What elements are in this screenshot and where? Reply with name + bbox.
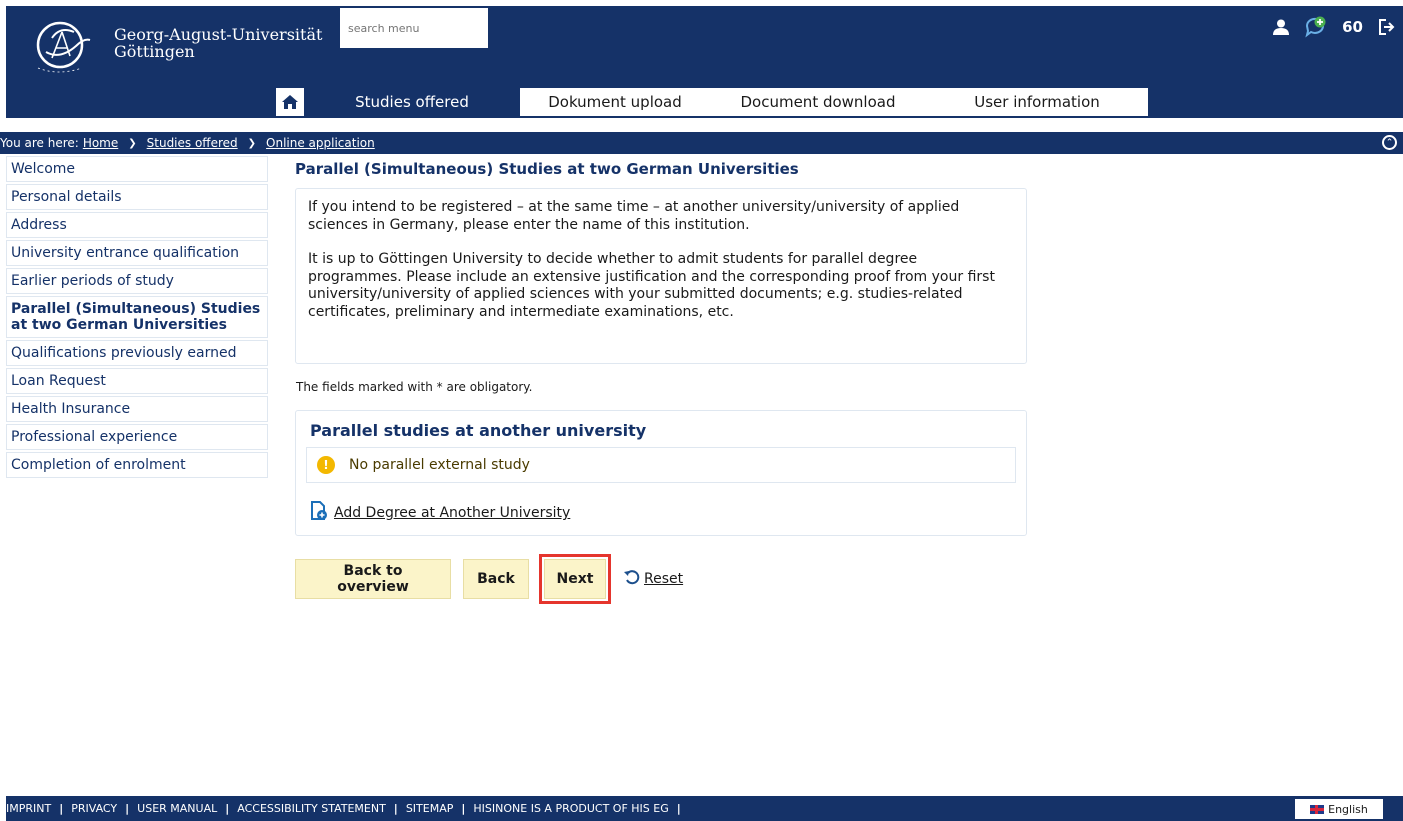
footer-link-accessibility[interactable]: ACCESSIBILITY STATEMENT [237,802,386,815]
panel-title: Parallel studies at another university [310,421,647,440]
tab-document-download[interactable]: Document download [710,88,926,116]
tab-studies-offered[interactable]: Studies offered [304,88,520,116]
footer-separator: | [676,802,681,815]
sidebar-item-welcome[interactable]: Welcome [6,156,268,182]
nav-tabs: Studies offered Dokument upload Document… [304,88,1148,116]
sidebar-item-loan-request[interactable]: Loan Request [6,368,268,394]
footer-link-user-manual[interactable]: USER MANUAL [137,802,217,815]
home-icon[interactable] [276,88,304,116]
header-actions: 60 [1272,16,1395,38]
breadcrumb-studies-offered[interactable]: Studies offered [147,136,238,150]
reset-label[interactable]: Reset [644,571,683,587]
tab-user-information[interactable]: User information [926,88,1148,116]
sidebar-item-address[interactable]: Address [6,212,268,238]
info-icon: ! [317,456,335,474]
footer-separator: | [461,802,466,815]
sidebar: Welcome Personal details Address Univers… [6,156,268,480]
search-input[interactable] [340,8,488,48]
footer-separator: | [225,802,230,815]
footer-separator: | [393,802,398,815]
chat-add-icon[interactable] [1304,16,1328,38]
info-paragraph-1: If you intend to be registered – at the … [308,199,960,233]
session-timer: 60 [1342,18,1363,36]
breadcrumb-online-application[interactable]: Online application [266,136,375,150]
language-label: English [1328,802,1368,816]
footer-link-imprint[interactable]: IMPRINT [6,802,51,815]
sidebar-item-completion-enrolment[interactable]: Completion of enrolment [6,452,268,478]
footer: IMPRINT | PRIVACY | USER MANUAL | ACCESSIBI… [6,796,1403,821]
collapse-up-icon[interactable]: ⌃ [1382,135,1397,150]
back-to-overview-button[interactable]: Back to overview [295,559,451,599]
breadcrumb-home[interactable]: Home [83,136,118,150]
university-logo[interactable] [32,18,94,76]
brand-line2: Göttingen [114,42,195,61]
sidebar-item-qualifications[interactable]: Qualifications previously earned [6,340,268,366]
logout-icon[interactable] [1377,18,1395,36]
footer-separator: | [59,802,64,815]
user-icon[interactable] [1272,19,1290,35]
add-degree-link[interactable]: Add Degree at Another University [310,501,570,525]
main-nav: Studies offered Dokument upload Document… [6,86,1403,118]
page-title: Parallel (Simultaneous) Studies at two G… [295,160,799,178]
info-box: If you intend to be registered – at the … [295,188,1027,364]
reset-icon [623,569,641,589]
form-actions: Back to overview Back Next Reset [295,554,683,604]
breadcrumb-prefix: You are here: [0,136,79,150]
footer-link-privacy[interactable]: PRIVACY [71,802,117,815]
obligatory-note: The fields marked with * are obligatory. [296,380,533,394]
uk-flag-icon [1310,804,1325,814]
reset-link[interactable]: Reset [623,569,683,589]
footer-separator: | [125,802,130,815]
add-document-icon [310,501,328,525]
header-bar: Georg-August-Universität Göttingen 60 [6,6,1403,86]
notice-text: No parallel external study [349,457,530,473]
sidebar-item-professional-experience[interactable]: Professional experience [6,424,268,450]
chevron-right-icon: ❯ [128,137,137,149]
next-button[interactable]: Next [544,559,606,599]
main-content: Parallel (Simultaneous) Studies at two G… [295,156,1028,604]
notice-message: ! No parallel external study [306,447,1016,483]
footer-link-sitemap[interactable]: SITEMAP [406,802,454,815]
add-degree-label[interactable]: Add Degree at Another University [334,505,570,521]
footer-link-hisinone[interactable]: HISINONE IS A PRODUCT OF HIS EG [473,802,668,815]
sidebar-item-personal-details[interactable]: Personal details [6,184,268,210]
tab-dokument-upload[interactable]: Dokument upload [520,88,710,116]
breadcrumb: You are here: Home ❯ Studies offered ❯ O… [0,132,1403,154]
chevron-right-icon: ❯ [247,137,257,149]
university-name: Georg-August-Universität Göttingen [114,26,322,60]
next-button-highlight: Next [539,554,611,604]
info-paragraph-2: It is up to Göttingen University to deci… [308,251,995,320]
language-switch[interactable]: English [1295,799,1383,819]
sidebar-item-parallel-studies[interactable]: Parallel (Simultaneous) Studies at two G… [6,296,268,338]
sidebar-item-entrance-qualification[interactable]: University entrance qualification [6,240,268,266]
parallel-studies-panel: Parallel studies at another university !… [295,410,1027,536]
sidebar-item-health-insurance[interactable]: Health Insurance [6,396,268,422]
brand-line1: Georg-August-Universität [114,25,323,44]
back-button[interactable]: Back [463,559,529,599]
sidebar-item-earlier-periods[interactable]: Earlier periods of study [6,268,268,294]
